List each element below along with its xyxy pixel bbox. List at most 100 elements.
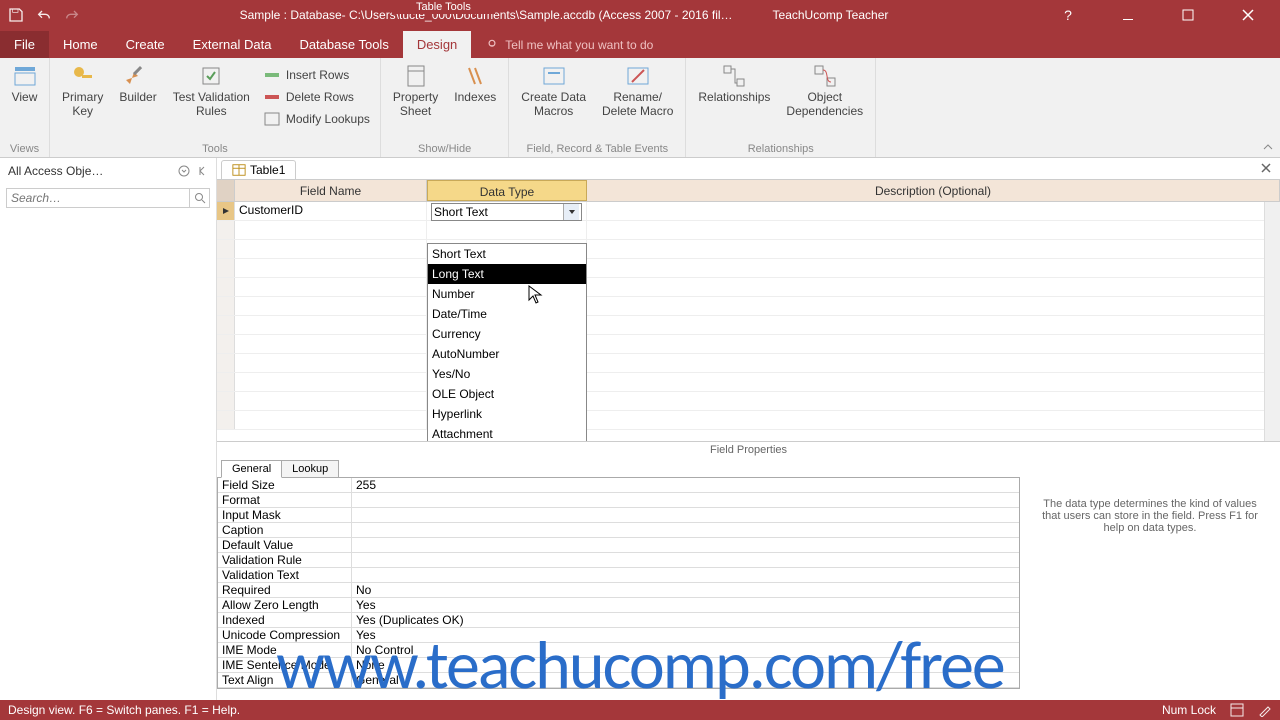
nav-dropdown-icon[interactable] [178, 165, 190, 177]
fp-row[interactable]: Validation Rule [218, 553, 1019, 568]
tab-database-tools[interactable]: Database Tools [285, 31, 402, 58]
property-sheet-button[interactable]: Property Sheet [389, 62, 442, 120]
fp-value[interactable] [352, 568, 1019, 582]
dt-option[interactable]: Hyperlink [428, 404, 586, 424]
primary-key-button[interactable]: Primary Key [58, 62, 107, 120]
fp-row[interactable]: Caption [218, 523, 1019, 538]
object-tab-table1[interactable]: Table1 [221, 160, 296, 179]
fp-row[interactable]: Field Size255 [218, 478, 1019, 493]
search-icon[interactable] [189, 189, 209, 207]
dt-option[interactable]: AutoNumber [428, 344, 586, 364]
fp-key: Indexed [218, 613, 352, 627]
dt-option[interactable]: Yes/No [428, 364, 586, 384]
grid-corner[interactable] [217, 180, 235, 201]
modify-lookups-button[interactable]: Modify Lookups [262, 110, 372, 128]
col-description[interactable]: Description (Optional) [587, 180, 1280, 201]
fp-row[interactable]: Text AlignGeneral [218, 673, 1019, 688]
fp-row[interactable]: RequiredNo [218, 583, 1019, 598]
fp-value[interactable]: Yes [352, 598, 1019, 612]
undo-icon[interactable] [36, 7, 52, 23]
test-validation-button[interactable]: Test Validation Rules [169, 62, 254, 120]
save-icon[interactable] [8, 7, 24, 23]
fp-value[interactable]: 255 [352, 478, 1019, 492]
nav-pane-title: All Access Obje… [8, 164, 103, 178]
tab-design[interactable]: Design [403, 31, 471, 58]
dt-option[interactable]: Currency [428, 324, 586, 344]
view-button[interactable]: View [5, 62, 45, 106]
fp-key: Unicode Compression [218, 628, 352, 642]
view-design-icon[interactable] [1258, 703, 1272, 717]
tab-file[interactable]: File [0, 31, 49, 58]
dt-option[interactable]: Date/Time [428, 304, 586, 324]
design-grid[interactable]: CustomerID Short Text [217, 202, 1280, 442]
fp-row[interactable]: IndexedYes (Duplicates OK) [218, 613, 1019, 628]
tab-external-data[interactable]: External Data [179, 31, 286, 58]
minimize-button[interactable] [1108, 0, 1148, 30]
col-data-type[interactable]: Data Type [427, 180, 587, 201]
insert-rows-button[interactable]: Insert Rows [262, 66, 372, 84]
fp-row[interactable]: Unicode CompressionYes [218, 628, 1019, 643]
fp-value[interactable] [352, 523, 1019, 537]
fp-row[interactable]: IME ModeNo Control [218, 643, 1019, 658]
builder-button[interactable]: Builder [115, 62, 160, 106]
delete-rows-button[interactable]: Delete Rows [262, 88, 372, 106]
dt-option[interactable]: Long Text [428, 264, 586, 284]
fp-key: Default Value [218, 538, 352, 552]
help-button[interactable]: ? [1048, 0, 1088, 30]
fp-value[interactable]: None [352, 658, 1019, 672]
dt-option[interactable]: OLE Object [428, 384, 586, 404]
fp-tab-general[interactable]: General [221, 460, 282, 478]
col-field-name[interactable]: Field Name [235, 180, 427, 201]
field-name-cell[interactable]: CustomerID [235, 202, 427, 220]
fp-value[interactable]: No Control [352, 643, 1019, 657]
close-button[interactable] [1228, 0, 1268, 30]
fp-row[interactable]: Validation Text [218, 568, 1019, 583]
tab-create[interactable]: Create [112, 31, 179, 58]
fp-value[interactable]: General [352, 673, 1019, 687]
fp-row[interactable]: IME Sentence ModeNone [218, 658, 1019, 673]
nav-collapse-icon[interactable] [196, 165, 208, 177]
dt-option[interactable]: Number [428, 284, 586, 304]
indexes-button[interactable]: Indexes [450, 62, 500, 106]
fp-value[interactable]: No [352, 583, 1019, 597]
dt-option[interactable]: Attachment [428, 424, 586, 442]
search-input[interactable] [7, 189, 189, 207]
description-cell[interactable] [587, 202, 1280, 220]
tell-me-search[interactable]: Tell me what you want to do [471, 32, 667, 58]
fp-value[interactable] [352, 538, 1019, 552]
fp-row[interactable]: Default Value [218, 538, 1019, 553]
fp-value[interactable] [352, 508, 1019, 522]
contextual-tab-label: Table Tools [392, 0, 495, 14]
field-properties-grid[interactable]: Field Size255FormatInput MaskCaptionDefa… [217, 477, 1020, 689]
fp-value[interactable]: Yes (Duplicates OK) [352, 613, 1019, 627]
fp-value[interactable]: Yes [352, 628, 1019, 642]
data-type-cell[interactable]: Short Text [427, 202, 587, 220]
fp-row[interactable]: Input Mask [218, 508, 1019, 523]
create-data-macros-button[interactable]: Create Data Macros [517, 62, 590, 120]
dt-option[interactable]: Short Text [428, 244, 586, 264]
fp-key: Input Mask [218, 508, 352, 522]
fp-tab-lookup[interactable]: Lookup [281, 460, 339, 478]
view-datasheet-icon[interactable] [1230, 703, 1244, 717]
rename-delete-macro-button[interactable]: Rename/ Delete Macro [598, 62, 677, 120]
fp-row[interactable]: Format [218, 493, 1019, 508]
collapse-ribbon-icon[interactable] [1262, 141, 1274, 153]
fp-key: Allow Zero Length [218, 598, 352, 612]
row-selector-current[interactable] [217, 202, 235, 220]
vertical-scrollbar[interactable] [1264, 202, 1280, 441]
data-type-dropdown-button[interactable] [563, 204, 579, 220]
object-dependencies-button[interactable]: Object Dependencies [782, 62, 867, 120]
fp-value[interactable] [352, 493, 1019, 507]
data-type-dropdown[interactable]: Short Text Long Text Number Date/Time Cu… [427, 243, 587, 442]
fp-key: Caption [218, 523, 352, 537]
fp-key: Required [218, 583, 352, 597]
fp-key: Field Size [218, 478, 352, 492]
relationships-button[interactable]: Relationships [694, 62, 774, 106]
nav-search-box[interactable] [6, 188, 210, 208]
fp-row[interactable]: Allow Zero LengthYes [218, 598, 1019, 613]
tab-home[interactable]: Home [49, 31, 112, 58]
group-tools-label: Tools [202, 141, 228, 155]
close-object-icon[interactable] [1260, 162, 1272, 174]
fp-value[interactable] [352, 553, 1019, 567]
maximize-button[interactable] [1168, 0, 1208, 30]
